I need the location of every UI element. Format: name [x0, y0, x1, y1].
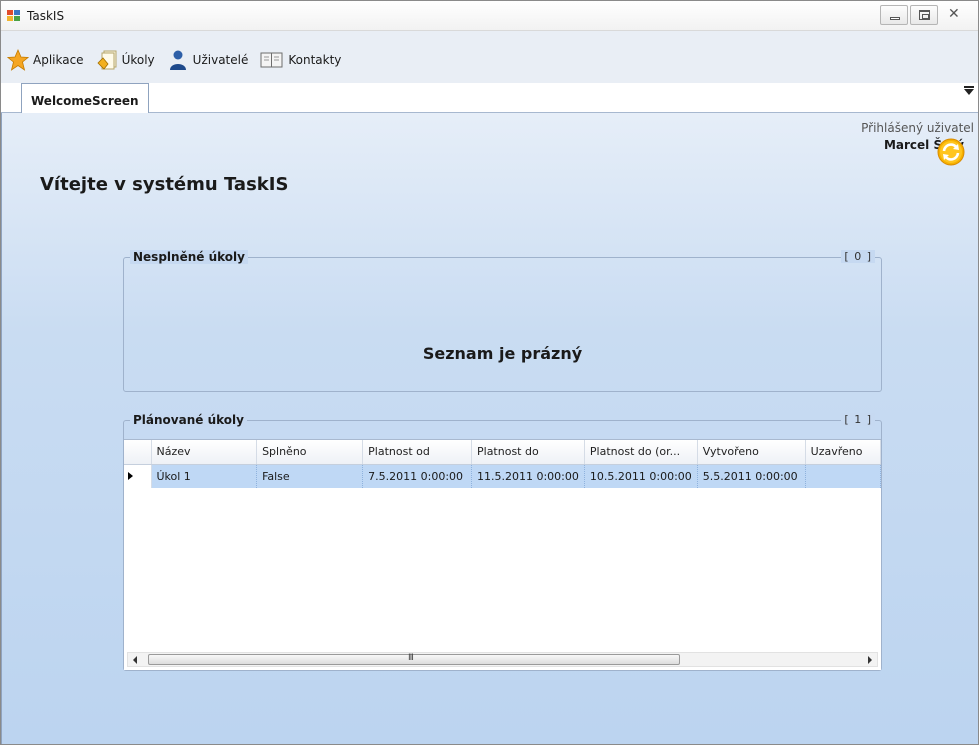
- table-cell[interactable]: 5.5.2011 0:00:00: [697, 464, 806, 488]
- tab-list-dropdown-icon[interactable]: [964, 86, 974, 95]
- planned-tasks-table: Název Splněno Platnost od Platnost do Pl…: [124, 440, 882, 488]
- column-header[interactable]: Vytvořeno: [697, 440, 806, 465]
- logged-user-label: Přihlášený uživatel: [861, 121, 974, 135]
- horizontal-scrollbar[interactable]: III: [127, 652, 878, 667]
- welcome-screen: Přihlášený uživatel Marcel Šerý Vítejte …: [1, 113, 978, 744]
- tab-welcomescreen[interactable]: WelcomeScreen: [21, 83, 149, 114]
- column-header[interactable]: Platnost od: [362, 440, 472, 465]
- empty-list-message: Seznam je prázný: [422, 344, 583, 363]
- minimize-button[interactable]: [880, 5, 908, 25]
- menu-item-label: Aplikace: [33, 53, 84, 67]
- scroll-left-icon[interactable]: [133, 656, 137, 664]
- page-title: Vítejte v systému TaskIS: [40, 174, 289, 195]
- planned-tasks-grid[interactable]: Název Splněno Platnost od Platnost do Pl…: [124, 439, 882, 670]
- contacts-icon: [260, 52, 283, 68]
- menu-item-label: Úkoly: [121, 53, 155, 67]
- table-row[interactable]: Úkol 1 False 7.5.2011 0:00:00 11.5.2011 …: [124, 464, 882, 488]
- column-header[interactable]: Uzavřeno: [805, 440, 882, 465]
- planned-tasks-group: Plánované úkoly [ 1 ] Název Splněno Plat…: [123, 413, 882, 671]
- row-header-corner: [124, 440, 152, 465]
- menu-item-ukoly[interactable]: Úkoly: [96, 49, 155, 71]
- maximize-button[interactable]: [910, 5, 938, 25]
- title-bar[interactable]: TaskIS ✕: [1, 1, 978, 31]
- table-cell[interactable]: 7.5.2011 0:00:00: [362, 464, 472, 488]
- user-icon: [169, 50, 186, 70]
- unfinished-tasks-title: Nesplněné úkoly: [130, 250, 248, 264]
- window-title: TaskIS: [27, 9, 65, 23]
- app-icon: [7, 10, 21, 22]
- planned-tasks-count: [ 1 ]: [841, 413, 875, 426]
- column-header[interactable]: Platnost do (or...: [584, 440, 698, 465]
- menu-item-uzivatele[interactable]: Uživatelé: [167, 49, 249, 71]
- scroll-thumb[interactable]: III: [148, 653, 680, 665]
- column-header[interactable]: Platnost do: [471, 440, 585, 465]
- planned-tasks-title: Plánované úkoly: [130, 413, 247, 427]
- star-icon: [7, 49, 29, 71]
- scroll-right-icon[interactable]: [868, 656, 872, 664]
- tab-strip: WelcomeScreen: [1, 83, 978, 114]
- close-button[interactable]: ✕: [940, 5, 970, 25]
- main-menu: Aplikace Úkoly Uživatelé Kontakty: [1, 45, 353, 75]
- menu-item-label: Uživatelé: [192, 53, 249, 67]
- table-header-row: Název Splněno Platnost od Platnost do Pl…: [124, 440, 882, 465]
- minimize-icon: [890, 17, 900, 20]
- column-header[interactable]: Název: [151, 440, 258, 465]
- table-cell[interactable]: [805, 464, 882, 488]
- table-cell[interactable]: 11.5.2011 0:00:00: [471, 464, 585, 488]
- close-icon: ✕: [948, 6, 960, 22]
- maximize-icon: [919, 10, 930, 20]
- current-row-icon: [128, 471, 133, 480]
- menu-item-aplikace[interactable]: Aplikace: [7, 49, 84, 71]
- table-cell[interactable]: False: [256, 464, 364, 488]
- menu-item-label: Kontakty: [288, 53, 342, 67]
- column-header[interactable]: Splněno: [256, 440, 364, 465]
- menu-item-kontakty[interactable]: Kontakty: [260, 50, 341, 70]
- unfinished-tasks-group: Nesplněné úkoly [ 0 ] Seznam je prázný: [123, 250, 882, 392]
- unfinished-tasks-count: [ 0 ]: [841, 250, 875, 263]
- table-cell[interactable]: 10.5.2011 0:00:00: [584, 464, 698, 488]
- scroll-grip: III: [408, 653, 414, 663]
- row-selector[interactable]: [124, 464, 152, 488]
- refresh-icon[interactable]: [936, 137, 966, 167]
- tasks-icon: [97, 50, 117, 70]
- app-window: TaskIS ✕ Aplikace Úkoly Uživatelé Kontak…: [0, 0, 979, 745]
- table-cell[interactable]: Úkol 1: [151, 464, 258, 488]
